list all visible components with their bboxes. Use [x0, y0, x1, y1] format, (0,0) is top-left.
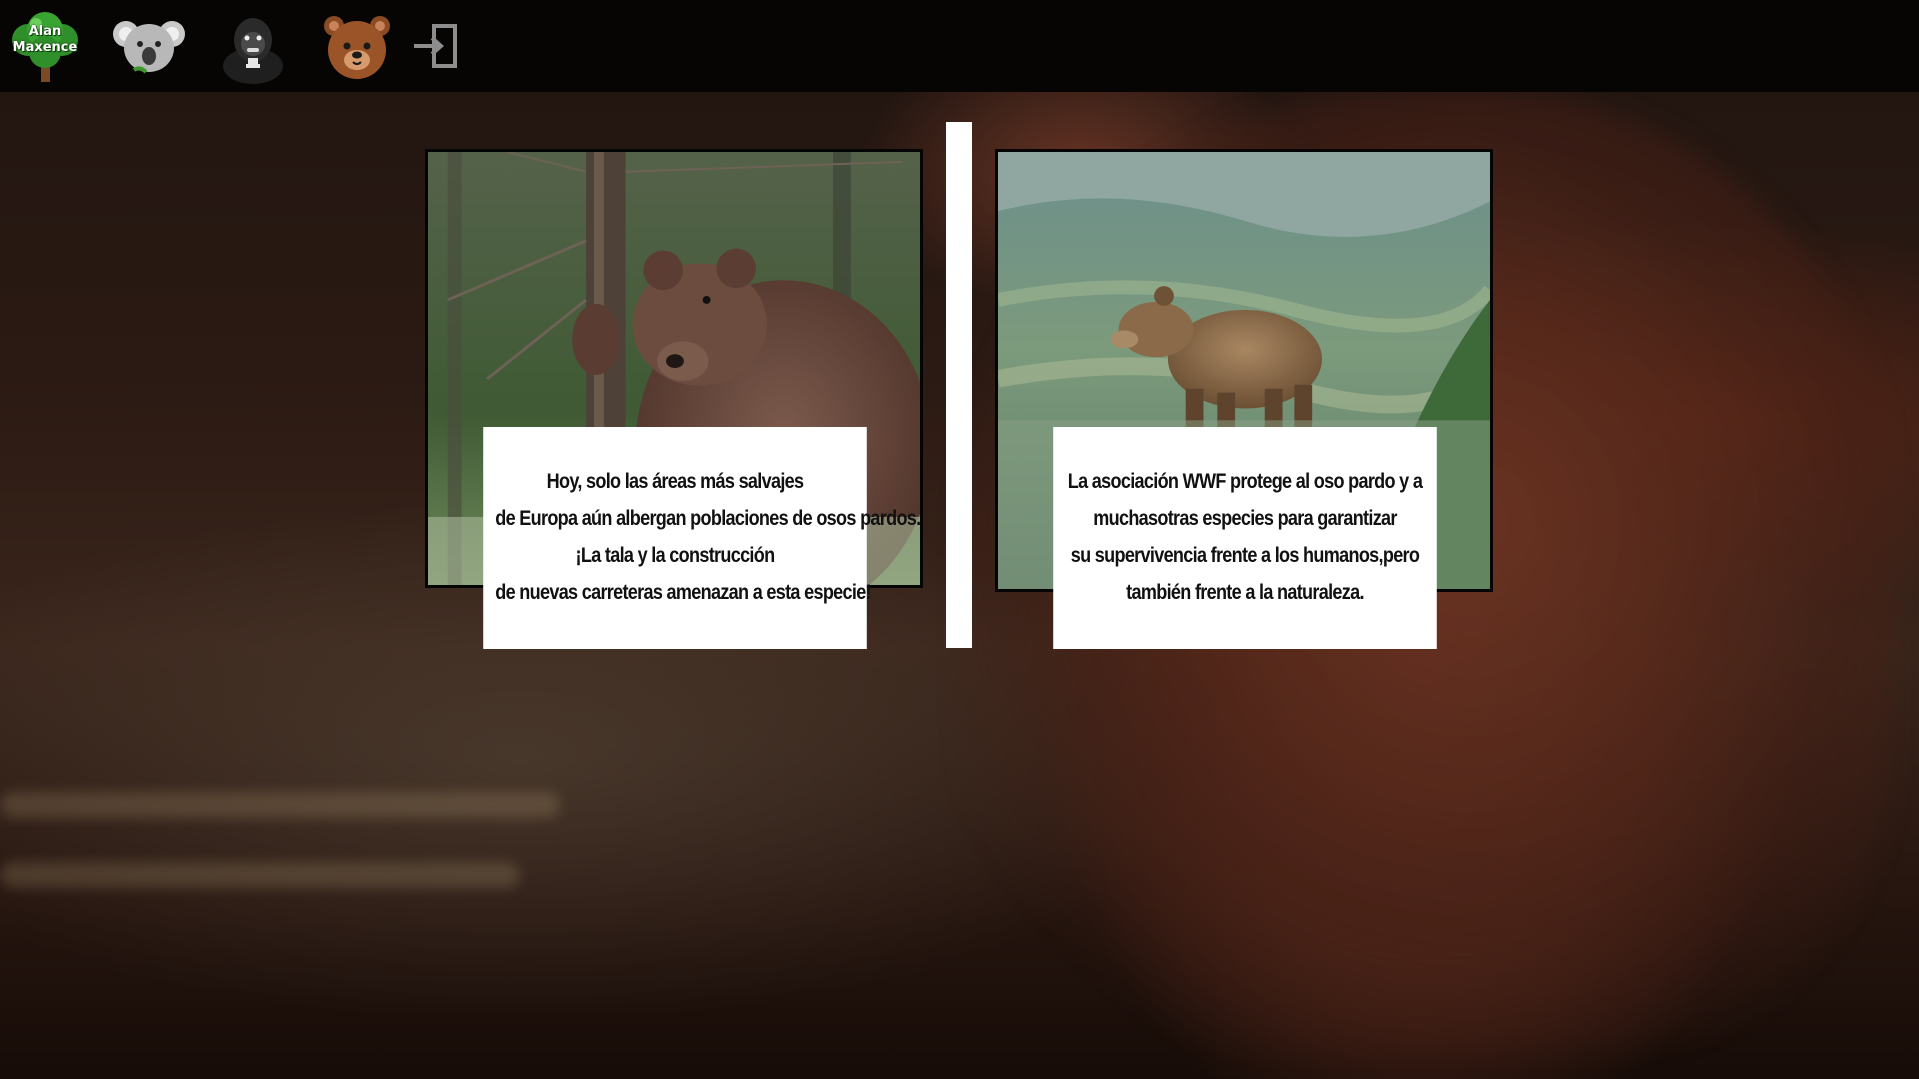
logout-button[interactable] [410, 10, 464, 84]
gorilla-nav-link[interactable] [216, 10, 290, 84]
caption-line: muchasotras especies para garantizar [1093, 507, 1397, 530]
caption-line: La asociación WWF protege al oso pardo y… [1067, 470, 1423, 493]
left-card-caption: Hoy, solo las áreas más salvajes de Euro… [483, 427, 921, 649]
card-divider [946, 122, 972, 648]
caption-line: de nuevas carreteras amenazan a esta esp… [495, 581, 871, 604]
koala-icon [113, 21, 185, 74]
bear-icon [324, 16, 390, 79]
background-light-streak [0, 792, 560, 818]
top-navigation-bar: Alan Maxence [0, 0, 1919, 92]
exit-icon [414, 24, 457, 68]
koala-nav-link[interactable] [112, 10, 186, 84]
bear-nav-link[interactable] [320, 10, 394, 84]
background-light-streak [0, 862, 520, 888]
caption-line: también frente a la naturaleza. [1126, 581, 1364, 604]
home-logo-link[interactable]: Alan Maxence [8, 10, 82, 84]
caption-line: de Europa aún albergan poblaciones de os… [495, 507, 921, 530]
logo-text-maxence: Maxence [12, 40, 78, 55]
gorilla-icon [223, 18, 283, 84]
caption-line: Hoy, solo las áreas más salvajes [546, 470, 804, 493]
caption-line: ¡La tala y la construcción [575, 544, 776, 567]
logo-text-alan: Alan [28, 24, 62, 39]
right-card-caption: La asociación WWF protege al oso pardo y… [1053, 427, 1437, 649]
caption-line: su supervivencia frente a los humanos,pe… [1070, 544, 1420, 567]
